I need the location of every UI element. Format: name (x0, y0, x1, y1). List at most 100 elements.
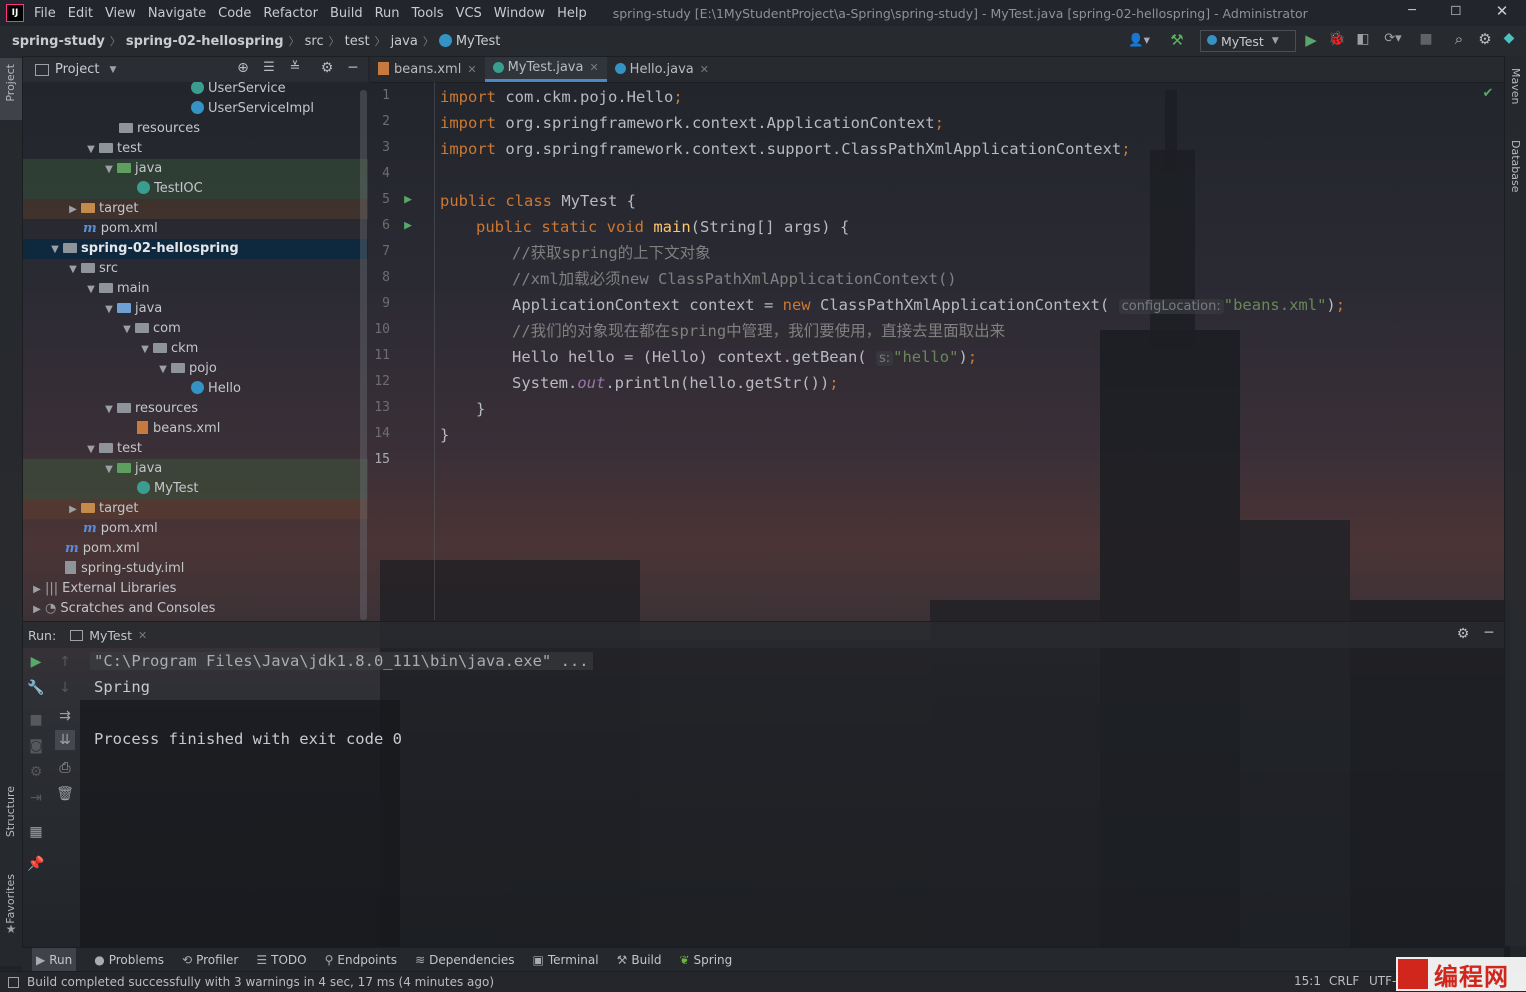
chevron-down-icon[interactable]: ▼ (83, 280, 99, 300)
menu-view[interactable]: View (105, 6, 136, 21)
menu-edit[interactable]: Edit (68, 6, 93, 21)
debug-icon[interactable]: 🐞 (1328, 31, 1346, 47)
breadcrumb-module[interactable]: spring-02-hellospring (126, 34, 284, 49)
tree-item-testioc[interactable]: TestIOC (23, 179, 368, 199)
cursor-position[interactable]: 15:1 (1294, 974, 1321, 988)
run-config-select[interactable]: MyTest ▼ (1200, 30, 1296, 52)
collapse-all-icon[interactable]: ≚ (287, 60, 303, 75)
settings-icon[interactable]: ⚙ (1476, 30, 1494, 48)
bottom-tab-terminal[interactable]: ▣ Terminal (533, 953, 599, 967)
up-arrow-icon[interactable]: ↑ (55, 652, 75, 672)
stop-icon[interactable]: ■ (26, 710, 46, 730)
chevron-down-icon[interactable]: ▼ (109, 65, 116, 75)
close-tab-icon[interactable]: ✕ (700, 57, 709, 82)
menu-window[interactable]: Window (494, 6, 545, 21)
soft-wrap-icon[interactable]: ⇉ (55, 706, 75, 726)
camera-icon[interactable]: ◙ (26, 736, 46, 756)
chevron-down-icon[interactable]: ▼ (101, 460, 117, 480)
breadcrumb-src[interactable]: src (305, 34, 324, 49)
menu-code[interactable]: Code (218, 6, 251, 21)
tree-item-mytest[interactable]: MyTest (23, 479, 368, 499)
menu-navigate[interactable]: Navigate (148, 6, 206, 21)
database-tool-label[interactable]: Database (1509, 140, 1522, 193)
build-hammer-icon[interactable]: ⚒ (1168, 31, 1186, 49)
tree-item-pom[interactable]: m pom.xml (23, 519, 368, 539)
close-tab-icon[interactable]: ✕ (467, 57, 476, 82)
project-tool-button[interactable]: Project (0, 58, 22, 120)
hide-icon[interactable]: ─ (1481, 625, 1497, 641)
tree-item-ckm[interactable]: ▼ ckm (23, 339, 368, 359)
tree-item-beans-xml[interactable]: beans.xml (23, 419, 368, 439)
hide-icon[interactable]: ─ (345, 60, 361, 76)
stop-icon[interactable]: ■ (1418, 31, 1434, 47)
tab-hello-java[interactable]: Hello.java ✕ (607, 57, 717, 82)
scroll-to-end-icon[interactable]: ⇊ (55, 730, 75, 750)
chevron-down-icon[interactable]: ▼ (101, 400, 117, 420)
tree-item-test[interactable]: ▼ test (23, 439, 368, 459)
tree-item-target[interactable]: ▶ target (23, 499, 368, 519)
bottom-tab-run[interactable]: ▶ Run (32, 948, 77, 972)
chevron-right-icon[interactable]: ▶ (65, 200, 81, 220)
tree-item-external-libraries[interactable]: ▶ ||| External Libraries (23, 579, 368, 599)
menu-vcs[interactable]: VCS (456, 6, 482, 21)
menu-file[interactable]: File (34, 6, 56, 21)
rerun-icon[interactable]: ▶ (26, 652, 46, 672)
menu-refactor[interactable]: Refactor (263, 6, 318, 21)
tree-item-resources[interactable]: resources (23, 119, 368, 139)
tree-item-hello[interactable]: Hello (23, 379, 368, 399)
chevron-right-icon[interactable]: ▶ (29, 600, 45, 620)
chevron-down-icon[interactable]: ▼ (83, 440, 99, 460)
run-console[interactable]: "C:\Program Files\Java\jdk1.8.0_111\bin\… (80, 648, 1504, 944)
gear-icon[interactable]: ⚙ (319, 60, 335, 76)
bottom-tab-todo[interactable]: ☰ TODO (256, 953, 306, 967)
tree-item-test[interactable]: ▼ test (23, 139, 368, 159)
chevron-right-icon[interactable]: ▶ (29, 580, 45, 600)
breadcrumb-test[interactable]: test (345, 34, 370, 49)
tree-item-scratches[interactable]: ▶ ◔ Scratches and Consoles (23, 599, 368, 619)
breadcrumb-project[interactable]: spring-study (12, 34, 105, 49)
minimize-icon[interactable]: ─ (1402, 2, 1422, 17)
structure-tool-label[interactable]: Structure (4, 786, 17, 837)
close-icon[interactable]: ✕ (1492, 2, 1512, 20)
maximize-icon[interactable]: ☐ (1446, 3, 1466, 18)
tree-item-main[interactable]: ▼ main (23, 279, 368, 299)
tree-item-com[interactable]: ▼ com (23, 319, 368, 339)
tree-item-src[interactable]: ▼ src (23, 259, 368, 279)
project-panel-title[interactable]: Project (55, 62, 99, 77)
layout-icon[interactable]: ▦ (26, 822, 46, 842)
breadcrumb-class[interactable]: MyTest (456, 34, 501, 49)
run-gutter-icon[interactable]: ▶ (401, 218, 415, 233)
bottom-tab-spring[interactable]: ❦ Spring (679, 953, 732, 967)
menu-tools[interactable]: Tools (412, 6, 444, 21)
bottom-tab-endpoints[interactable]: ⚲ Endpoints (325, 953, 397, 967)
tab-mytest-java[interactable]: MyTest.java ✕ (484, 57, 607, 82)
tree-item-iml[interactable]: spring-study.iml (23, 559, 368, 579)
exit-icon[interactable]: ⇥ (26, 788, 46, 808)
run-gutter-icon[interactable]: ▶ (401, 192, 415, 207)
status-message[interactable]: Build completed successfully with 3 warn… (27, 975, 494, 989)
line-separator[interactable]: CRLF (1329, 974, 1359, 988)
tree-item-module[interactable]: ▼ spring-02-hellospring (23, 239, 368, 259)
favorites-tool-label[interactable]: Favorites (4, 874, 17, 924)
breadcrumb-java[interactable]: java (391, 34, 418, 49)
expand-all-icon[interactable]: ☰ (261, 60, 277, 75)
chevron-down-icon[interactable]: ▼ (101, 160, 117, 180)
run-icon[interactable]: ▶ (1302, 31, 1320, 49)
menu-help[interactable]: Help (557, 6, 587, 21)
tree-item-java[interactable]: ▼ java (23, 299, 368, 319)
wrench-icon[interactable]: 🔧 (26, 678, 46, 698)
chevron-down-icon[interactable]: ▼ (83, 140, 99, 160)
tree-item-java[interactable]: ▼ java (23, 459, 368, 479)
bottom-tab-problems[interactable]: ● Problems (94, 953, 164, 967)
print-icon[interactable]: ⎙ (55, 758, 75, 778)
menu-run[interactable]: Run (375, 6, 400, 21)
bottom-tab-profiler[interactable]: ⟲ Profiler (182, 953, 238, 967)
down-arrow-icon[interactable]: ↓ (55, 678, 75, 698)
chevron-down-icon[interactable]: ▼ (47, 240, 63, 260)
chevron-right-icon[interactable]: ▶ (65, 500, 81, 520)
code-editor[interactable]: import com.ckm.pojo.Hello; import org.sp… (440, 82, 1500, 620)
status-toggle-icon[interactable] (8, 976, 19, 988)
tree-item-root-pom[interactable]: m pom.xml (23, 539, 368, 559)
chevron-down-icon[interactable]: ▼ (65, 260, 81, 280)
tree-item-resources[interactable]: ▼ resources (23, 399, 368, 419)
